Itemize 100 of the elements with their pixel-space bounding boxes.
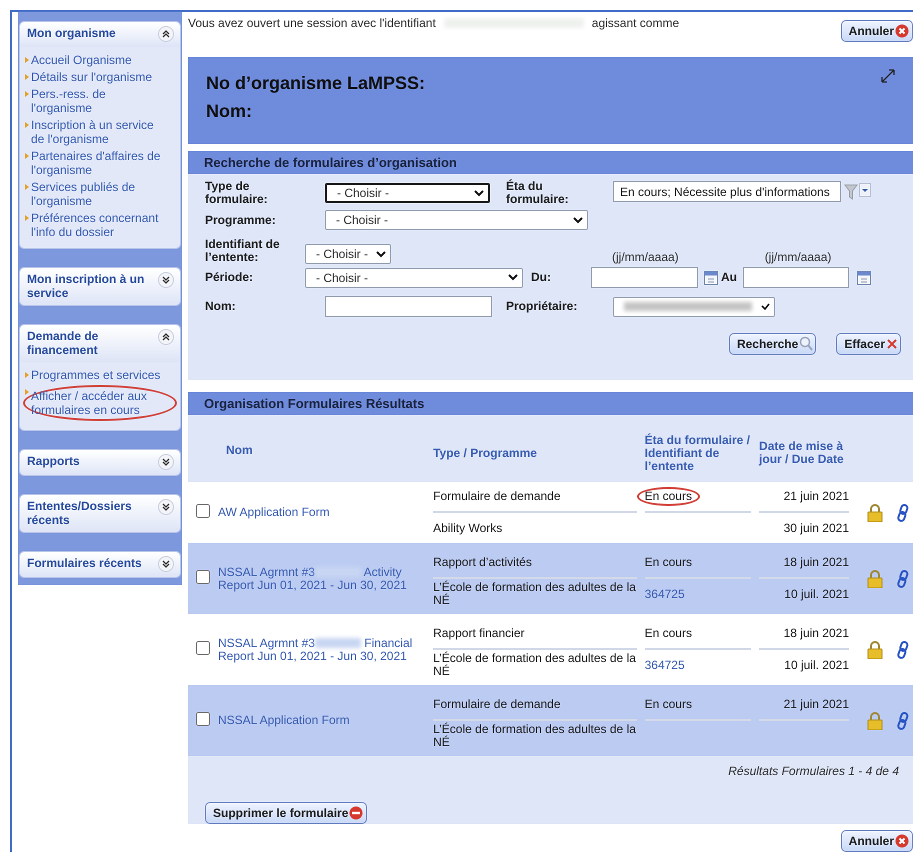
sidebar-link[interactable]: Pers.-ress. de l'organisme xyxy=(31,87,169,115)
field-label: Du: xyxy=(531,271,552,284)
updated-date: 18 juin 2021 xyxy=(784,627,849,640)
expand-icon[interactable] xyxy=(158,499,174,515)
delete-button[interactable]: Supprimer le formulaire xyxy=(205,802,368,824)
link-icon[interactable] xyxy=(897,640,909,658)
row-checkbox[interactable] xyxy=(196,504,210,518)
panel-header[interactable]: Mon inscription à un service xyxy=(20,268,180,305)
agreement-id-link[interactable]: 364725 xyxy=(644,588,685,600)
panel-title: Mon inscription à un service xyxy=(27,272,146,300)
row-checkbox[interactable] xyxy=(196,641,210,655)
row-checkbox[interactable] xyxy=(196,570,210,584)
panel-title: Rapports xyxy=(27,454,80,468)
updated-date: 18 juin 2021 xyxy=(784,556,849,569)
row-checkbox[interactable] xyxy=(196,712,210,726)
expand-icon[interactable] xyxy=(158,556,174,572)
form-name-link[interactable]: NSSAL Application Form xyxy=(218,714,426,727)
owner-select[interactable] xyxy=(613,296,775,317)
bullet-icon xyxy=(25,389,29,395)
panel-header[interactable]: Ententes/Dossiers récents xyxy=(20,495,180,532)
sidebar-link[interactable]: Inscription à un service de l'organisme xyxy=(31,118,169,146)
form-status: En cours xyxy=(644,627,692,640)
form-type: Formulaire de demande xyxy=(433,698,561,711)
agreement-id-link[interactable]: 364725 xyxy=(644,658,685,672)
form-name-link[interactable]: NSSAL Agrmnt #3 Activity Report Jun 01, 2021 - Jun 30, 2021 xyxy=(218,566,426,592)
collapse-icon[interactable] xyxy=(158,26,174,42)
search-button[interactable]: Recherche xyxy=(728,333,816,356)
period-select[interactable]: - Choisir - xyxy=(305,268,523,288)
session-text: Vous avez ouvert une session avec l'identifiant xyxy=(188,16,436,30)
panel-header[interactable]: Rapports xyxy=(20,450,180,475)
from-date-field[interactable] xyxy=(591,267,698,288)
field-label: Propriétaire: xyxy=(506,300,578,314)
form-type-select[interactable]: - Choisir - xyxy=(325,183,490,204)
due-date: 10 juil. 2021 xyxy=(784,588,849,600)
field-label: Identifiant de l’entente: xyxy=(205,238,281,264)
expand-icon[interactable] xyxy=(158,272,174,288)
bullet-icon xyxy=(25,372,29,378)
organization-name-label: Nom: xyxy=(206,100,253,123)
link-icon[interactable] xyxy=(897,712,909,730)
date-format-hint: (jj/mm/aaaa) xyxy=(764,250,832,264)
link-icon[interactable] xyxy=(897,570,909,588)
calendar-icon xyxy=(704,270,718,286)
panel-title: Mon organisme xyxy=(27,26,116,40)
expand-icon[interactable] xyxy=(158,454,174,470)
delete-icon xyxy=(349,806,364,820)
session-text: agissant comme xyxy=(592,16,680,30)
collapse-icon[interactable] xyxy=(158,329,174,345)
form-name-link[interactable]: AW Application Form xyxy=(218,506,426,519)
clear-button[interactable]: Effacer xyxy=(836,333,901,356)
panel-title-bar: Organisation Formulaires Résultats xyxy=(188,392,913,415)
form-name-link[interactable]: NSSAL Agrmnt #3 Financial Report Jun 01, 2021 - Jun 30, 2021 xyxy=(218,636,426,662)
due-date: 10 juil. 2021 xyxy=(784,658,849,672)
cancel-icon xyxy=(895,834,909,848)
column-header: Date de mise à jour / Due Date xyxy=(759,439,844,466)
lock-icon[interactable] xyxy=(867,640,883,658)
panel-header[interactable]: Demande de financement xyxy=(20,325,180,362)
sidebar-link[interactable]: Accueil Organisme xyxy=(31,53,132,67)
form-status: En cours xyxy=(644,698,692,711)
sidebar-link[interactable]: Afficher / accéder aux formulaires en cours xyxy=(23,385,177,421)
program-name: L’École de formation des adultes de la NÉ xyxy=(433,581,637,607)
form-type: Formulaire de demande xyxy=(433,490,561,503)
form-status: En cours xyxy=(644,556,692,569)
program-select[interactable]: - Choisir - xyxy=(325,210,588,230)
updated-date: 21 juin 2021 xyxy=(784,490,849,503)
field-label: Programme: xyxy=(205,214,277,227)
bullet-icon xyxy=(25,122,29,128)
bullet-icon xyxy=(25,57,29,63)
lock-icon[interactable] xyxy=(867,504,883,522)
panel-header[interactable]: Formulaires récents xyxy=(20,552,180,577)
field-label: Type de formulaire: xyxy=(205,180,269,206)
program-name: Ability Works xyxy=(433,522,502,534)
column-header: Type / Programme xyxy=(433,446,537,460)
sidebar-link[interactable]: Programmes et services xyxy=(31,368,160,382)
organization-number-label: No d’organisme LaMPSS: xyxy=(206,72,426,95)
name-field[interactable] xyxy=(325,296,492,318)
panel-header[interactable]: Mon organisme xyxy=(20,22,180,47)
status-field[interactable]: En cours; Nécessite plus d'informations xyxy=(613,181,841,202)
due-date: 30 juin 2021 xyxy=(784,522,849,534)
program-name: L’École de formation des adultes de la NÉ xyxy=(433,723,637,749)
program-name: L’École de formation des adultes de la NÉ xyxy=(433,652,637,678)
resize-icon[interactable] xyxy=(881,68,895,83)
to-date-field[interactable] xyxy=(743,267,849,288)
results-summary: Résultats Formulaires 1 - 4 de 4 xyxy=(727,763,900,778)
panel-title-bar: Recherche de formulaires d’organisation xyxy=(188,151,913,174)
bullet-icon xyxy=(25,215,29,221)
sidebar-link[interactable]: Services publiés de l'organisme xyxy=(31,180,169,208)
field-label: Au xyxy=(721,271,737,284)
form-status: En cours xyxy=(636,487,700,506)
link-icon[interactable] xyxy=(897,504,909,522)
agreement-select[interactable]: - Choisir - xyxy=(305,244,391,264)
panel-title: Formulaires récents xyxy=(27,556,142,570)
cancel-button[interactable]: Annuler xyxy=(840,830,913,852)
bullet-icon xyxy=(25,74,29,80)
dropdown-icon[interactable] xyxy=(859,183,871,198)
cancel-button[interactable]: Annuler xyxy=(840,20,913,42)
bullet-icon xyxy=(25,91,29,97)
updated-date: 21 juin 2021 xyxy=(784,698,849,711)
sidebar-link[interactable]: Partenaires d'affaires de l'organisme xyxy=(31,149,169,177)
sidebar-link[interactable]: Préférences concernant l'info du dossier xyxy=(31,211,169,239)
sidebar-link[interactable]: Détails sur l'organisme xyxy=(31,70,152,84)
